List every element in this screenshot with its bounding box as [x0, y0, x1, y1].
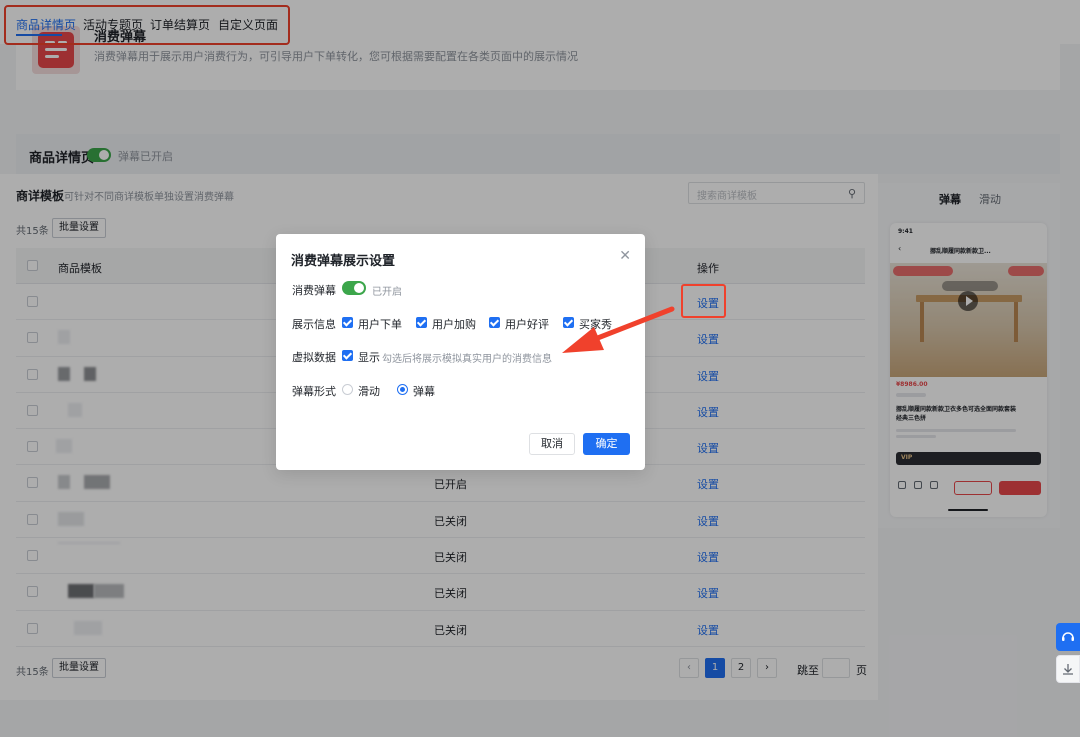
customer-service-button[interactable] — [1056, 623, 1080, 651]
download-icon — [1063, 664, 1073, 675]
danmu-toggle[interactable] — [342, 281, 366, 295]
radio-danmu[interactable] — [397, 384, 408, 395]
danmu-style-label: 弹幕形式 — [292, 385, 336, 398]
annotation-arrow-icon — [562, 306, 675, 353]
download-button[interactable] — [1056, 655, 1080, 683]
virtual-data-label: 虚拟数据 — [292, 351, 336, 364]
cancel-button[interactable]: 取消 — [529, 433, 575, 455]
option-danmu: 弹幕 — [413, 385, 435, 398]
option-user-cart: 用户加购 — [432, 318, 476, 331]
checkbox-user-review[interactable] — [489, 317, 500, 328]
confirm-button[interactable]: 确定 — [583, 433, 630, 455]
danmu-label: 消费弹幕 — [292, 284, 336, 297]
danmu-status: 已开启 — [372, 287, 402, 298]
virtual-data-hint: 勾选后将展示模拟真实用户的消费信息 — [382, 354, 552, 365]
radio-slide[interactable] — [342, 384, 353, 395]
option-user-review: 用户好评 — [505, 318, 549, 331]
option-user-order: 用户下单 — [358, 318, 402, 331]
option-slide: 滑动 — [358, 385, 380, 398]
checkbox-virtual-show[interactable] — [342, 350, 353, 361]
info-label: 展示信息 — [292, 318, 336, 331]
settings-annotation-box — [681, 284, 726, 318]
headset-icon — [1062, 632, 1074, 641]
close-icon[interactable]: ✕ — [619, 248, 631, 264]
checkbox-user-order[interactable] — [342, 317, 353, 328]
checkbox-user-cart[interactable] — [416, 317, 427, 328]
modal-title: 消费弹幕展示设置 — [291, 254, 396, 269]
option-virtual-show: 显示 — [358, 351, 380, 364]
